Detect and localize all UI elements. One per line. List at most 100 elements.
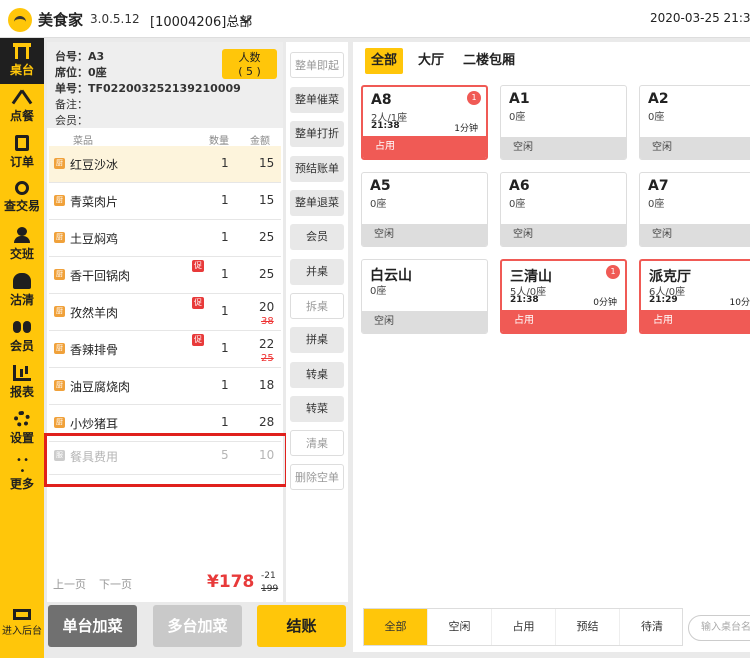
chart-icon <box>13 365 31 381</box>
sidebar-item-more[interactable]: 更多 <box>0 452 44 498</box>
delete-empty-order-button[interactable]: 删除空单 <box>290 464 344 490</box>
filter-pre-settled[interactable]: 预结 <box>556 609 620 645</box>
sidebar-item-shift[interactable]: 交班 <box>0 222 44 268</box>
enter-backend-button[interactable]: 进入后台 <box>0 604 44 648</box>
split-table-button[interactable]: 拆桌 <box>290 293 344 319</box>
order-item-row[interactable]: 厨 香辣排骨 促 1 22 25 <box>49 331 281 368</box>
next-page-link[interactable]: 下一页 <box>99 576 132 592</box>
sidebar-item-order-food[interactable]: 点餐 <box>0 84 44 130</box>
guest-count: ( 5 ) <box>238 65 261 78</box>
kitchen-icon: 厨 <box>54 417 65 428</box>
table-card[interactable]: A6 0座 空闲 <box>500 172 627 247</box>
rush-all-button[interactable]: 整单催菜 <box>290 87 344 113</box>
tab-hall[interactable]: 大厅 <box>418 48 444 74</box>
table-card[interactable]: 白云山 0座 空闲 <box>361 259 488 334</box>
transfer-dish-button[interactable]: 转菜 <box>290 396 344 422</box>
sidebar-item-orders[interactable]: 订单 <box>0 130 44 176</box>
promo-badge: 促 <box>192 334 204 346</box>
filter-occupied[interactable]: 占用 <box>492 609 556 645</box>
tab-all[interactable]: 全部 <box>365 48 404 74</box>
table-status: 占用 <box>502 310 625 332</box>
table-status: 空闲 <box>501 224 626 246</box>
app-version: 3.0.5.12 <box>90 12 140 26</box>
sidebar-item-members[interactable]: 会员 <box>0 314 44 360</box>
filter-all[interactable]: 全部 <box>364 609 428 645</box>
item-qty: 1 <box>221 267 229 281</box>
table-duration: 0分钟 <box>593 298 617 308</box>
order-item-row[interactable]: 服 餐具费用 5 10 <box>49 438 281 475</box>
item-amount: 15 <box>259 156 275 170</box>
return-all-button[interactable]: 整单退菜 <box>290 190 344 216</box>
table-seats: 0座 <box>648 199 665 210</box>
sidebar-item-settings[interactable]: 设置 <box>0 406 44 452</box>
table-card[interactable]: A5 0座 空闲 <box>361 172 488 247</box>
item-original-price: 38 <box>261 316 274 327</box>
item-qty: 1 <box>221 193 229 207</box>
table-card[interactable]: A2 0座 空闲 <box>639 85 750 160</box>
backend-label: 进入后台 <box>2 626 42 637</box>
item-amount: 28 <box>259 415 275 429</box>
merge-table-button[interactable]: 并桌 <box>290 259 344 285</box>
table-card[interactable]: A8 1 2人/1座 21:38 1分钟 占用 <box>361 85 488 160</box>
store-selector[interactable]: [10004206]总部 <box>150 11 252 30</box>
sidebar-item-reports[interactable]: 报表 <box>0 360 44 406</box>
table-card[interactable]: A7 0座 空闲 <box>639 172 750 247</box>
sidebar-item-label: 点餐 <box>9 109 34 123</box>
filter-free[interactable]: 空闲 <box>428 609 492 645</box>
order-item-row[interactable]: 厨 小炒猪耳 1 28 <box>49 405 281 442</box>
pre-checkout-button[interactable]: 预结账单 <box>290 156 344 182</box>
table-number: 台号：A3 <box>55 50 105 63</box>
table-name: A7 <box>648 178 669 194</box>
table-card[interactable]: 派克厅 6人/0座 21:29 10分 占用 <box>639 259 750 334</box>
item-qty: 1 <box>221 156 229 170</box>
item-amount: 18 <box>259 378 275 392</box>
item-list-header: 菜品 数量 金额 <box>47 128 283 148</box>
sidebar-item-soldout[interactable]: 沽清 <box>0 268 44 314</box>
item-name: 青菜肉片 <box>70 195 119 209</box>
tab-private-rooms[interactable]: 二楼包厢 <box>463 48 515 74</box>
item-name: 孜然羊肉 <box>70 306 119 320</box>
multi-table-add-button[interactable]: 多台加菜 <box>153 605 242 647</box>
item-amount: 25 <box>259 267 275 281</box>
remark: 备注： <box>55 98 88 111</box>
table-card[interactable]: A1 0座 空闲 <box>500 85 627 160</box>
guest-count-button[interactable]: 人数 ( 5 ) <box>222 49 277 79</box>
item-qty: 1 <box>221 341 229 355</box>
sidebar-item-tables[interactable]: 桌台 <box>0 38 44 84</box>
guest-label: 人数 <box>238 51 261 64</box>
table-time: 21:29 <box>649 295 678 305</box>
order-item-row[interactable]: 厨 油豆腐烧肉 1 18 <box>49 368 281 405</box>
member-button[interactable]: 会员 <box>290 224 344 250</box>
col-qty: 数量 <box>209 136 229 147</box>
order-item-row[interactable]: 厨 土豆焖鸡 1 25 <box>49 220 281 257</box>
transfer-table-button[interactable]: 转桌 <box>290 362 344 388</box>
item-original-price: 25 <box>261 353 274 364</box>
fire-all-button[interactable]: 整单即起 <box>290 52 344 78</box>
single-table-add-button[interactable]: 单台加菜 <box>48 605 137 647</box>
filter-to-clear[interactable]: 待清 <box>620 609 684 645</box>
order-item-row[interactable]: 厨 香干回锅肉 促 1 25 <box>49 257 281 294</box>
combine-table-button[interactable]: 拼桌 <box>290 327 344 353</box>
datetime: 2020-03-25 21:39:3 <box>650 11 750 25</box>
checkout-button[interactable]: 结账 <box>257 605 346 647</box>
table-search-input[interactable]: 输入桌台名称 <box>688 615 750 641</box>
table-status: 空闲 <box>362 224 487 246</box>
kitchen-icon: 厨 <box>54 195 65 206</box>
bell-icon <box>13 273 31 289</box>
kitchen-icon: 厨 <box>54 380 65 391</box>
prev-page-link[interactable]: 上一页 <box>53 576 86 592</box>
order-item-row[interactable]: 厨 青菜肉片 1 15 <box>49 183 281 220</box>
table-duration: 10分 <box>729 298 750 308</box>
clear-table-button[interactable]: 清桌 <box>290 430 344 456</box>
table-status: 占用 <box>363 136 486 158</box>
title-bar: 美食家 3.0.5.12 [10004206]总部 2020-03-25 21:… <box>0 0 750 38</box>
sidebar-item-transactions[interactable]: 查交易 <box>0 176 44 222</box>
col-dish: 菜品 <box>73 136 93 147</box>
table-status: 空闲 <box>362 311 487 333</box>
order-item-row[interactable]: 厨 红豆沙冰 1 15 <box>49 146 281 183</box>
discount-all-button[interactable]: 整单打折 <box>290 121 344 147</box>
table-card[interactable]: 三清山 1 5人/0座 21:38 0分钟 占用 <box>500 259 627 334</box>
table-name: A1 <box>509 91 530 107</box>
item-qty: 1 <box>221 378 229 392</box>
order-item-row[interactable]: 厨 孜然羊肉 促 1 20 38 <box>49 294 281 331</box>
